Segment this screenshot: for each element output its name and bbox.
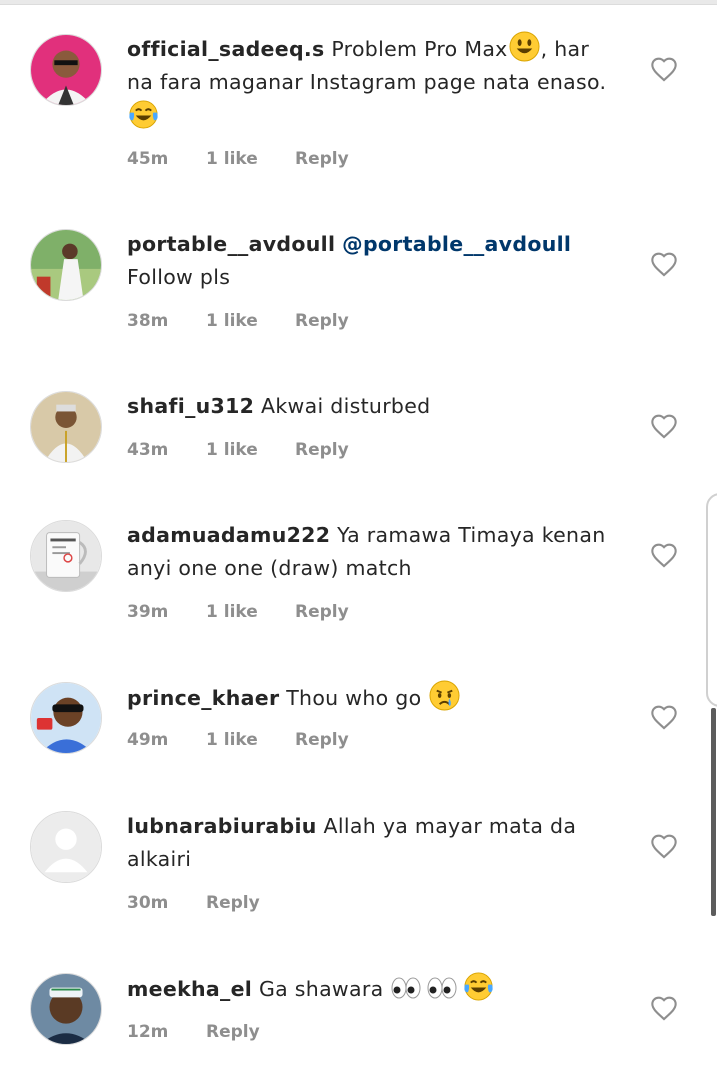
- avatar[interactable]: [30, 811, 102, 883]
- comment-content: Thou who go: [286, 686, 429, 710]
- comment-username[interactable]: prince_khaer: [127, 686, 279, 710]
- comment-likes[interactable]: 1 like: [206, 728, 295, 752]
- comment-meta: 39m 1 like Reply: [127, 600, 349, 624]
- comment-text: shafi_u312 Akwai disturbed: [127, 390, 607, 423]
- avatar[interactable]: [30, 973, 102, 1045]
- comment-username[interactable]: adamuadamu222: [127, 523, 330, 547]
- comment-username[interactable]: lubnarabiurabiu: [127, 814, 317, 838]
- reply-button[interactable]: Reply: [295, 438, 349, 462]
- avatar[interactable]: [30, 34, 102, 106]
- comment-text: official_sadeeq.s Problem Pro Max, har n…: [127, 31, 607, 134]
- mention-link[interactable]: @portable__avdoull: [342, 232, 571, 256]
- heart-outline-icon[interactable]: [650, 56, 678, 82]
- heart-outline-icon[interactable]: [650, 704, 678, 730]
- avatar[interactable]: [30, 229, 102, 301]
- comment-likes[interactable]: 1 like: [206, 438, 295, 462]
- comment-time: 43m: [127, 440, 169, 460]
- comment-username[interactable]: official_sadeeq.s: [127, 37, 325, 61]
- avatar[interactable]: [30, 682, 102, 754]
- eyes-emoji-icon: [390, 976, 422, 1000]
- comment-likes[interactable]: 1 like: [206, 600, 295, 624]
- comment-text: meekha_el Ga shawara: [127, 971, 607, 1006]
- comment-likes[interactable]: 1 like: [206, 309, 295, 333]
- avatar[interactable]: [30, 391, 102, 463]
- side-panel-edge[interactable]: [706, 493, 717, 707]
- crying-face-emoji-icon: [429, 680, 460, 711]
- reply-button[interactable]: Reply: [206, 891, 260, 915]
- top-divider: [0, 0, 717, 5]
- comment-time: 12m: [127, 1022, 169, 1042]
- comment-time: 30m: [127, 893, 169, 913]
- avatar[interactable]: [30, 520, 102, 592]
- comment-content: Ga shawara: [258, 977, 391, 1001]
- heart-outline-icon[interactable]: [650, 833, 678, 859]
- comment-time: 49m: [127, 730, 169, 750]
- heart-outline-icon[interactable]: [650, 251, 678, 277]
- reply-button[interactable]: Reply: [295, 728, 349, 752]
- comment-username[interactable]: portable__avdoull: [127, 232, 335, 256]
- comment-likes[interactable]: 1 like: [206, 147, 295, 171]
- comment-content: Follow pls: [127, 265, 231, 289]
- scrollbar[interactable]: [711, 708, 716, 916]
- heart-outline-icon[interactable]: [650, 995, 678, 1021]
- comment-meta: 12m Reply: [127, 1020, 260, 1044]
- comment-text: lubnarabiurabiu Allah ya mayar mata da a…: [127, 810, 607, 876]
- comment-content: Problem Pro Max: [331, 37, 508, 61]
- comment-meta: 30m Reply: [127, 891, 260, 915]
- tears-of-joy-emoji-icon: [128, 99, 159, 130]
- comment-text: portable__avdoull @portable__avdoull Fol…: [127, 228, 607, 294]
- comment-meta: 43m 1 like Reply: [127, 438, 349, 462]
- heart-outline-icon[interactable]: [650, 413, 678, 439]
- comment-meta: 49m 1 like Reply: [127, 728, 349, 752]
- comment-time: 38m: [127, 311, 169, 331]
- heart-outline-icon[interactable]: [650, 542, 678, 568]
- eyes-emoji-icon: [426, 976, 458, 1000]
- reply-button[interactable]: Reply: [206, 1020, 260, 1044]
- comment-meta: 45m 1 like Reply: [127, 147, 349, 171]
- comment-time: 39m: [127, 602, 169, 622]
- smiling-face-emoji-icon: [509, 31, 540, 62]
- comment-text: adamuadamu222 Ya ramawa Timaya kenan any…: [127, 519, 607, 585]
- reply-button[interactable]: Reply: [295, 600, 349, 624]
- comment-text: prince_khaer Thou who go: [127, 680, 607, 715]
- comment-meta: 38m 1 like Reply: [127, 309, 349, 333]
- reply-button[interactable]: Reply: [295, 309, 349, 333]
- comment-username[interactable]: meekha_el: [127, 977, 252, 1001]
- comment-time: 45m: [127, 149, 169, 169]
- comment-content: Akwai disturbed: [261, 394, 431, 418]
- reply-button[interactable]: Reply: [295, 147, 349, 171]
- comment-username[interactable]: shafi_u312: [127, 394, 254, 418]
- tears-of-joy-emoji-icon: [463, 971, 494, 1002]
